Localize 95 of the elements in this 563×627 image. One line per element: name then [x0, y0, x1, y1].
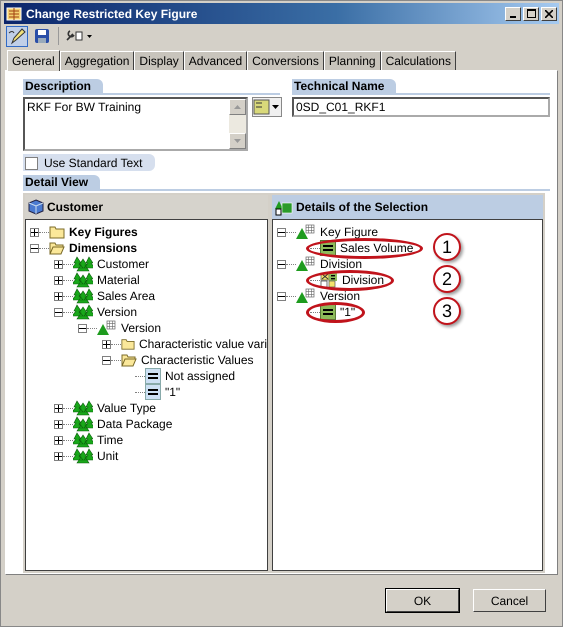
technical-name-field[interactable]: 0SD_C01_RKF1 — [292, 97, 550, 117]
tree-item-label[interactable]: Data Package — [97, 417, 172, 431]
close-icon — [545, 10, 553, 18]
tree-item-label[interactable]: "1" — [340, 305, 356, 319]
minimize-button[interactable] — [505, 6, 521, 20]
app-icon — [6, 6, 22, 20]
description-field[interactable]: RKF For BW Training — [23, 97, 248, 151]
collapse-icon[interactable] — [30, 244, 39, 252]
expand-icon[interactable] — [54, 436, 63, 444]
checkbox[interactable] — [25, 156, 38, 170]
tree-item-label[interactable]: Division — [320, 257, 362, 271]
expand-icon[interactable] — [54, 420, 63, 428]
close-button[interactable] — [541, 6, 557, 20]
callout-number: 3 — [433, 297, 461, 325]
maximize-icon — [526, 9, 536, 18]
collapse-icon[interactable] — [78, 324, 87, 332]
edit-button[interactable] — [6, 26, 28, 46]
collapse-icon[interactable] — [54, 308, 63, 316]
triangle-grid-icon — [97, 320, 117, 336]
open-folder-icon — [49, 241, 65, 255]
collapse-icon[interactable] — [277, 292, 286, 300]
down-arrow-icon — [234, 139, 241, 143]
expand-icon[interactable] — [54, 404, 63, 412]
trees-icon — [73, 256, 93, 272]
tree-item-label[interactable]: Version — [121, 321, 162, 335]
tree-item-label[interactable]: Material — [97, 273, 140, 287]
collapse-icon[interactable] — [277, 260, 286, 268]
checkbox-label: Use Standard Text — [44, 156, 143, 170]
tab[interactable]: General — [7, 50, 60, 71]
expand-icon[interactable] — [102, 340, 111, 348]
tab[interactable]: Conversions — [247, 51, 324, 70]
trees-icon — [73, 448, 93, 464]
section-label: Technical Name — [292, 79, 396, 93]
expand-icon[interactable] — [54, 452, 63, 460]
tree-item-label[interactable]: Dimensions — [69, 241, 138, 255]
tree-item-label[interactable]: Sales Volume — [340, 241, 414, 255]
up-arrow-icon — [234, 105, 241, 109]
trees-icon — [73, 400, 93, 416]
tree-item-label[interactable]: Characteristic Values — [141, 353, 254, 367]
tree-item-label[interactable]: Key Figures — [69, 225, 138, 239]
tab[interactable]: Calculations — [380, 51, 456, 70]
expand-icon[interactable] — [54, 260, 63, 268]
pane-title: Details of the Selection — [296, 200, 428, 214]
section-label: Detail View — [23, 175, 100, 189]
cancel-button[interactable]: Cancel — [473, 589, 546, 612]
callout-number: 1 — [433, 233, 461, 261]
scrollbar[interactable] — [229, 99, 246, 149]
triangle-grid-icon — [296, 224, 316, 240]
highlight-ellipse — [306, 302, 366, 323]
trees-icon — [73, 272, 93, 288]
triangle-grid-icon — [296, 288, 316, 304]
equals-icon — [145, 368, 161, 384]
trees-icon — [73, 432, 93, 448]
caret-icon — [271, 104, 280, 110]
tree-item-label[interactable]: Characteristic value vari — [138, 337, 267, 351]
cube-icon — [28, 199, 44, 215]
trees-icon — [73, 304, 93, 320]
tree-item-label[interactable]: Version — [320, 289, 360, 303]
trees-icon — [73, 416, 93, 432]
equals-icon — [320, 304, 336, 320]
text-icon — [253, 99, 271, 115]
tree-item-label[interactable]: Sales Area — [97, 289, 156, 303]
tab[interactable]: Display — [134, 51, 184, 70]
tree-item-label[interactable]: Division — [342, 273, 384, 287]
pane-title: Customer — [47, 200, 104, 214]
maximize-button[interactable] — [523, 6, 539, 20]
tree-item-label[interactable]: Customer — [97, 257, 150, 271]
collapse-icon[interactable] — [102, 356, 111, 364]
variable-icon — [320, 272, 338, 288]
open-folder-icon — [121, 353, 137, 367]
trees-icon — [73, 288, 93, 304]
expand-icon[interactable] — [54, 292, 63, 300]
folder-icon — [49, 225, 65, 239]
tab[interactable]: Advanced — [184, 51, 248, 70]
folder-icon — [121, 337, 135, 351]
window-title: Change Restricted Key Figure — [26, 6, 198, 20]
expand-icon[interactable] — [30, 228, 39, 236]
ok-button[interactable]: OK — [386, 589, 459, 612]
triangle-grid-icon — [296, 256, 316, 272]
tree-item-label[interactable]: Value Type — [97, 401, 156, 415]
minimize-icon — [510, 16, 516, 18]
tree-item-label[interactable]: Unit — [97, 449, 118, 463]
tree-item-label[interactable]: Key Figure — [320, 225, 378, 239]
tree-item-label[interactable]: Version — [97, 305, 138, 319]
section-label: Description — [23, 79, 104, 93]
collapse-icon[interactable] — [277, 228, 286, 236]
tree-item-label[interactable]: Time — [97, 433, 124, 447]
expand-icon[interactable] — [54, 276, 63, 284]
callout-number: 2 — [433, 265, 461, 293]
equals-icon — [145, 384, 161, 400]
tab[interactable]: Planning — [324, 51, 381, 70]
text-options-dropdown[interactable] — [252, 97, 282, 117]
tree-item-label[interactable]: Not assigned — [165, 369, 236, 383]
tab[interactable]: Aggregation — [60, 51, 134, 70]
tree-item-label[interactable]: "1" — [165, 385, 180, 399]
